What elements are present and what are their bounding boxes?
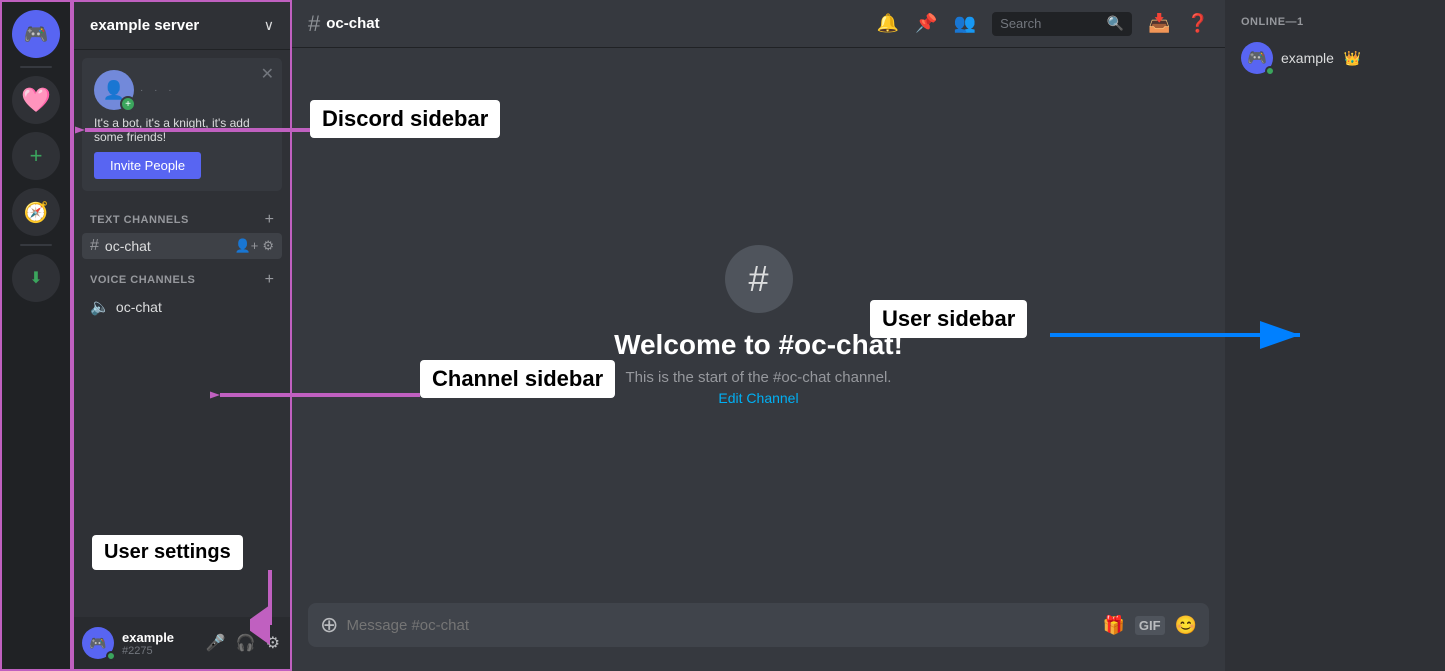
headphones-icon[interactable]: 🎧 <box>234 631 258 655</box>
user-discriminator: #2275 <box>122 645 196 657</box>
voice-channels-section: VOICE CHANNELS + 🔈 oc-chat <box>74 267 290 321</box>
discord-logo: 🎮 <box>24 22 49 47</box>
text-channels-header[interactable]: TEXT CHANNELS + <box>82 207 282 233</box>
gif-icon[interactable]: GIF <box>1135 616 1165 635</box>
invite-avatar: 👤 + <box>94 70 134 110</box>
gift-icon[interactable]: 🎁 <box>1102 615 1124 636</box>
search-placeholder: Search <box>1000 16 1101 31</box>
channel-name-display: # oc-chat <box>308 11 380 37</box>
invite-avatar-area: 👤 + · · · <box>94 70 270 110</box>
header-icons: 🔔 📌 👥 Search 🔍 📥 ❓ <box>877 12 1209 36</box>
chat-content: # Welcome to #oc-chat! This is the start… <box>292 48 1225 603</box>
settings-icon[interactable]: ⚙ <box>264 631 282 655</box>
header-channel-name: oc-chat <box>326 15 379 32</box>
hash-icon: # <box>90 237 99 255</box>
user-controls: 🎤 🎧 ⚙ <box>204 631 282 655</box>
username: example <box>122 630 196 645</box>
message-input[interactable] <box>346 617 1094 634</box>
online-status-dot <box>1265 66 1275 76</box>
chat-input-box: ⊕ 🎁 GIF 😊 <box>308 603 1209 647</box>
help-icon[interactable]: ❓ <box>1187 13 1209 34</box>
bell-icon[interactable]: 🔔 <box>877 13 899 34</box>
voice-channels-header[interactable]: VOICE CHANNELS + <box>82 267 282 293</box>
invite-popup: ✕ 👤 + · · · It's a bot, it's a knight, i… <box>82 58 282 191</box>
main-chat: # oc-chat 🔔 📌 👥 Search 🔍 📥 ❓ # Welcome t… <box>292 0 1225 671</box>
server-name: example server <box>90 17 199 34</box>
close-icon[interactable]: ✕ <box>261 64 274 84</box>
compass-icon: 🧭 <box>24 200 49 225</box>
emoji-icon[interactable]: 😊 <box>1175 615 1197 636</box>
user-sidebar: ONLINE—1 🎮 example 👑 <box>1225 0 1445 671</box>
welcome-title: Welcome to #oc-chat! <box>614 329 903 361</box>
heart-icon: 🩷 <box>21 86 51 115</box>
inbox-icon[interactable]: 📥 <box>1148 13 1170 34</box>
user-status-indicator <box>106 651 116 661</box>
oc-chat-channel-name: oc-chat <box>105 238 229 254</box>
home-server-icon[interactable]: 🎮 <box>12 10 60 58</box>
search-icon: 🔍 <box>1107 15 1124 32</box>
user-avatar: 🎮 <box>82 627 114 659</box>
edit-channel-link[interactable]: Edit Channel <box>718 390 798 406</box>
add-attachment-icon[interactable]: ⊕ <box>320 612 338 638</box>
invite-text: It's a bot, it's a knight, it's add some… <box>94 116 270 144</box>
header-hash-icon: # <box>308 11 320 37</box>
speaker-icon: 🔈 <box>90 297 110 317</box>
microphone-icon[interactable]: 🎤 <box>204 631 228 655</box>
chat-header: # oc-chat 🔔 📌 👥 Search 🔍 📥 ❓ <box>292 0 1225 48</box>
welcome-description: This is the start of the #oc-chat channe… <box>626 369 892 386</box>
search-box[interactable]: Search 🔍 <box>992 12 1132 36</box>
download-icon: ⬇ <box>29 268 42 288</box>
server-divider-2 <box>20 244 52 246</box>
user-avatar-online: 🎮 <box>1241 42 1273 74</box>
text-channels-section: TEXT CHANNELS + # oc-chat 👤+ ⚙ <box>74 207 290 259</box>
text-channels-label: TEXT CHANNELS <box>90 214 189 226</box>
add-voice-channel-icon[interactable]: + <box>265 271 274 289</box>
online-username: example <box>1281 50 1334 66</box>
online-section-title: ONLINE—1 <box>1233 16 1437 28</box>
channel-actions: 👤+ ⚙ <box>235 238 274 254</box>
add-member-icon[interactable]: 👤+ <box>235 238 259 254</box>
user-panel: 🎮 example #2275 🎤 🎧 ⚙ <box>74 617 290 669</box>
invite-people-button[interactable]: Invite People <box>94 152 201 179</box>
invite-dots: · · · <box>140 85 176 96</box>
chat-input-icons: 🎁 GIF 😊 <box>1102 615 1197 636</box>
heart-server-icon[interactable]: 🩷 <box>12 76 60 124</box>
user-info: example #2275 <box>122 630 196 657</box>
chat-input-area: ⊕ 🎁 GIF 😊 <box>292 603 1225 671</box>
oc-chat-channel-item[interactable]: # oc-chat 👤+ ⚙ <box>82 233 282 259</box>
gear-icon[interactable]: ⚙ <box>262 238 274 254</box>
voice-channel-name: oc-chat <box>116 299 274 315</box>
voice-oc-chat-item[interactable]: 🔈 oc-chat <box>82 293 282 321</box>
download-server-icon[interactable]: ⬇ <box>12 254 60 302</box>
explore-server-icon[interactable]: 🧭 <box>12 188 60 236</box>
server-header[interactable]: example server ∨ <box>74 2 290 50</box>
pin-icon[interactable]: 📌 <box>915 13 937 34</box>
server-icon-bar: 🎮 🩷 + 🧭 ⬇ <box>0 0 72 671</box>
online-user-item[interactable]: 🎮 example 👑 <box>1233 36 1437 80</box>
avatar-plus-icon: + <box>120 96 136 112</box>
add-server-icon[interactable]: + <box>12 132 60 180</box>
server-divider <box>20 66 52 68</box>
welcome-icon: # <box>725 245 793 313</box>
channel-sidebar: example server ∨ ✕ 👤 + · · · It's a bot,… <box>72 0 292 671</box>
chevron-down-icon: ∨ <box>264 17 274 34</box>
crown-icon: 👑 <box>1344 50 1361 67</box>
voice-channels-label: VOICE CHANNELS <box>90 274 195 286</box>
hash-welcome-icon: # <box>748 258 768 300</box>
plus-icon: + <box>30 143 43 169</box>
members-icon[interactable]: 👥 <box>954 13 976 34</box>
add-text-channel-icon[interactable]: + <box>265 211 274 229</box>
